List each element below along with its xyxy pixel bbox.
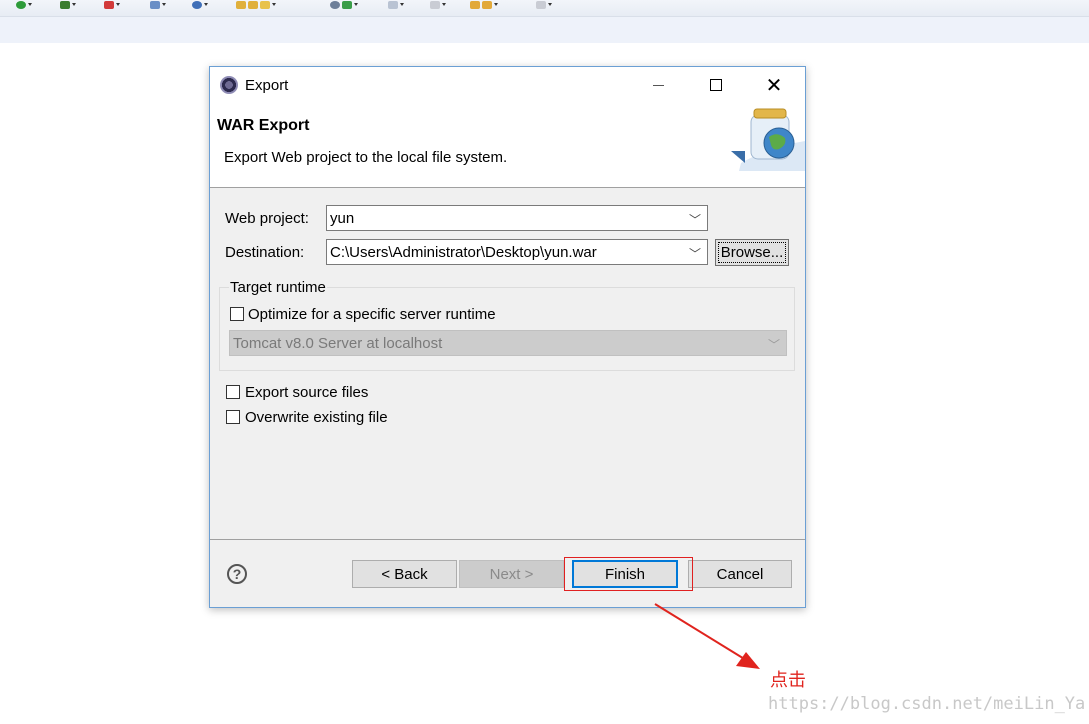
help-icon: ? xyxy=(232,566,242,582)
stop-icon xyxy=(104,0,114,9)
chevron-down-icon xyxy=(72,3,76,6)
chevron-down-icon xyxy=(548,3,552,6)
browse-button[interactable]: Browse... xyxy=(715,239,789,266)
optimize-checkbox[interactable] xyxy=(230,307,244,321)
dialog-title: Export xyxy=(245,77,289,94)
wizard-title: WAR Export xyxy=(217,117,310,134)
eclipse-toolbar xyxy=(0,0,1089,17)
export-source-checkbox[interactable] xyxy=(226,385,240,399)
chevron-down-icon: ﹀ xyxy=(767,338,780,352)
editor-tab-strip xyxy=(0,17,1089,43)
browse-button-label: Browse... xyxy=(720,244,784,261)
toolbar-forward-button[interactable] xyxy=(536,0,552,9)
navigate-icon xyxy=(430,0,440,9)
runtime-value: Tomcat v8.0 Server at localhost xyxy=(233,335,443,352)
play-icon xyxy=(342,0,352,9)
chevron-down-icon xyxy=(442,3,446,6)
dialog-titlebar: Export ✕ xyxy=(210,67,805,105)
toolbar-search-button[interactable] xyxy=(330,0,358,9)
help-button[interactable]: ? xyxy=(227,564,247,584)
eclipse-icon xyxy=(220,76,238,94)
chevron-down-icon xyxy=(272,3,276,6)
chevron-down-icon xyxy=(116,3,120,6)
toolbar-back-button[interactable] xyxy=(470,0,498,9)
chevron-down-icon xyxy=(354,3,358,6)
destination-label: Destination: xyxy=(225,244,305,261)
overwrite-checkbox[interactable] xyxy=(226,410,240,424)
arrow-left-icon xyxy=(482,0,492,9)
war-export-banner-icon xyxy=(731,108,805,171)
arrow-right-icon xyxy=(536,0,546,9)
web-project-combo[interactable]: yun ﹀ xyxy=(326,205,708,231)
cancel-button-label: Cancel xyxy=(716,565,764,583)
chevron-down-icon xyxy=(28,3,32,6)
debug-icon xyxy=(60,0,70,9)
watermark: https://blog.csdn.net/meiLin_Ya xyxy=(768,694,1086,714)
wizard-description: Export Web project to the local file sys… xyxy=(224,149,508,166)
chevron-down-icon xyxy=(494,3,498,6)
chevron-down-icon xyxy=(400,3,404,6)
web-project-value: yun xyxy=(330,210,355,227)
folder-icon xyxy=(248,0,258,9)
arrow-left-icon xyxy=(470,0,480,9)
runtime-combo: Tomcat v8.0 Server at localhost ﹀ xyxy=(229,330,787,356)
toolbar-web-button[interactable] xyxy=(192,0,208,9)
toolbar-stop-button[interactable] xyxy=(104,0,120,9)
folder-icon xyxy=(236,0,246,9)
minimize-icon xyxy=(652,84,664,86)
server-icon xyxy=(150,0,160,9)
pencil-icon xyxy=(260,0,270,9)
annotation-label: 点击 xyxy=(770,670,806,691)
close-icon: ✕ xyxy=(765,74,783,97)
destination-value: C:\Users\Administrator\Desktop\yun.war xyxy=(330,244,597,261)
toolbar-nav-button[interactable] xyxy=(430,0,446,9)
toolbar-debug-button[interactable] xyxy=(60,0,76,9)
export-dialog: Export ✕ WAR Export Export Web project t… xyxy=(209,66,806,608)
back-button[interactable]: < Back xyxy=(352,560,457,588)
next-button: Next > xyxy=(459,560,564,588)
cancel-button[interactable]: Cancel xyxy=(688,560,792,588)
overwrite-label[interactable]: Overwrite existing file xyxy=(245,409,388,426)
chevron-down-icon xyxy=(162,3,166,6)
chevron-down-icon xyxy=(204,3,208,6)
export-source-label[interactable]: Export source files xyxy=(245,384,368,401)
maximize-button[interactable] xyxy=(693,67,739,103)
web-project-label: Web project: xyxy=(225,210,309,227)
annotation-arrow-icon xyxy=(654,603,760,669)
target-runtime-group xyxy=(219,287,795,371)
footer-separator xyxy=(210,539,805,540)
toolbar-run-button[interactable] xyxy=(16,0,32,9)
toolbar-server-button[interactable] xyxy=(150,0,166,9)
globe-icon xyxy=(192,0,202,9)
chevron-down-icon: ﹀ xyxy=(688,213,701,227)
close-button[interactable]: ✕ xyxy=(751,67,797,103)
chevron-down-icon: ﹀ xyxy=(688,247,701,261)
next-button-label: Next > xyxy=(489,565,534,583)
optimize-label[interactable]: Optimize for a specific server runtime xyxy=(248,306,496,323)
wizard-header: WAR Export Export Web project to the loc… xyxy=(210,105,805,188)
toolbar-annotation-button[interactable] xyxy=(388,0,404,9)
back-button-label: < Back xyxy=(381,565,428,583)
target-runtime-label: Target runtime xyxy=(229,279,327,296)
toolbar-open-button[interactable] xyxy=(236,0,276,9)
destination-combo[interactable]: C:\Users\Administrator\Desktop\yun.war ﹀ xyxy=(326,239,708,265)
maximize-icon xyxy=(710,79,722,91)
minimize-button[interactable] xyxy=(635,67,681,103)
run-icon xyxy=(16,0,26,9)
annotation-icon xyxy=(388,0,398,9)
finish-highlight-box xyxy=(564,557,693,591)
search-icon xyxy=(330,0,340,9)
